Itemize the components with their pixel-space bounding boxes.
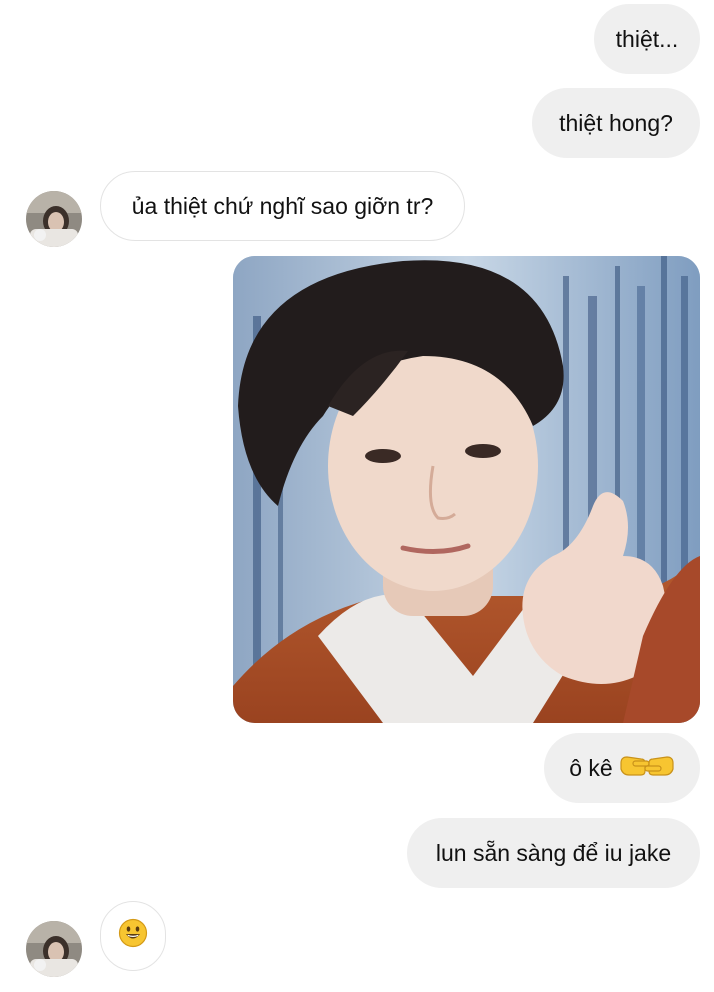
- message-text: lun sẵn sàng để iu jake: [435, 839, 672, 866]
- message-text: thiệt hong?: [559, 109, 673, 136]
- shared-photo-message[interactable]: [233, 256, 700, 723]
- outgoing-message-bubble[interactable]: thiệt hong?: [532, 88, 700, 158]
- outgoing-message-bubble[interactable]: ô kê: [544, 733, 700, 803]
- incoming-message-bubble[interactable]: ủa thiệt chứ nghĩ sao giỡn tr?: [100, 171, 465, 241]
- incoming-emoji-bubble[interactable]: [100, 901, 166, 971]
- avatar-image: [26, 191, 82, 247]
- outgoing-message-bubble[interactable]: thiệt...: [594, 4, 700, 74]
- contact-avatar[interactable]: [26, 191, 82, 247]
- grinning-face-icon: [118, 918, 148, 954]
- shared-photo-image: [233, 256, 700, 723]
- message-text: ủa thiệt chứ nghĩ sao giỡn tr?: [131, 192, 434, 219]
- contact-avatar[interactable]: [26, 921, 82, 977]
- avatar-image: [26, 921, 82, 977]
- pointing-fingers-icon: [619, 751, 675, 785]
- message-text: ô kê: [569, 754, 613, 781]
- outgoing-message-bubble[interactable]: lun sẵn sàng để iu jake: [407, 818, 700, 888]
- message-text: thiệt...: [615, 25, 679, 52]
